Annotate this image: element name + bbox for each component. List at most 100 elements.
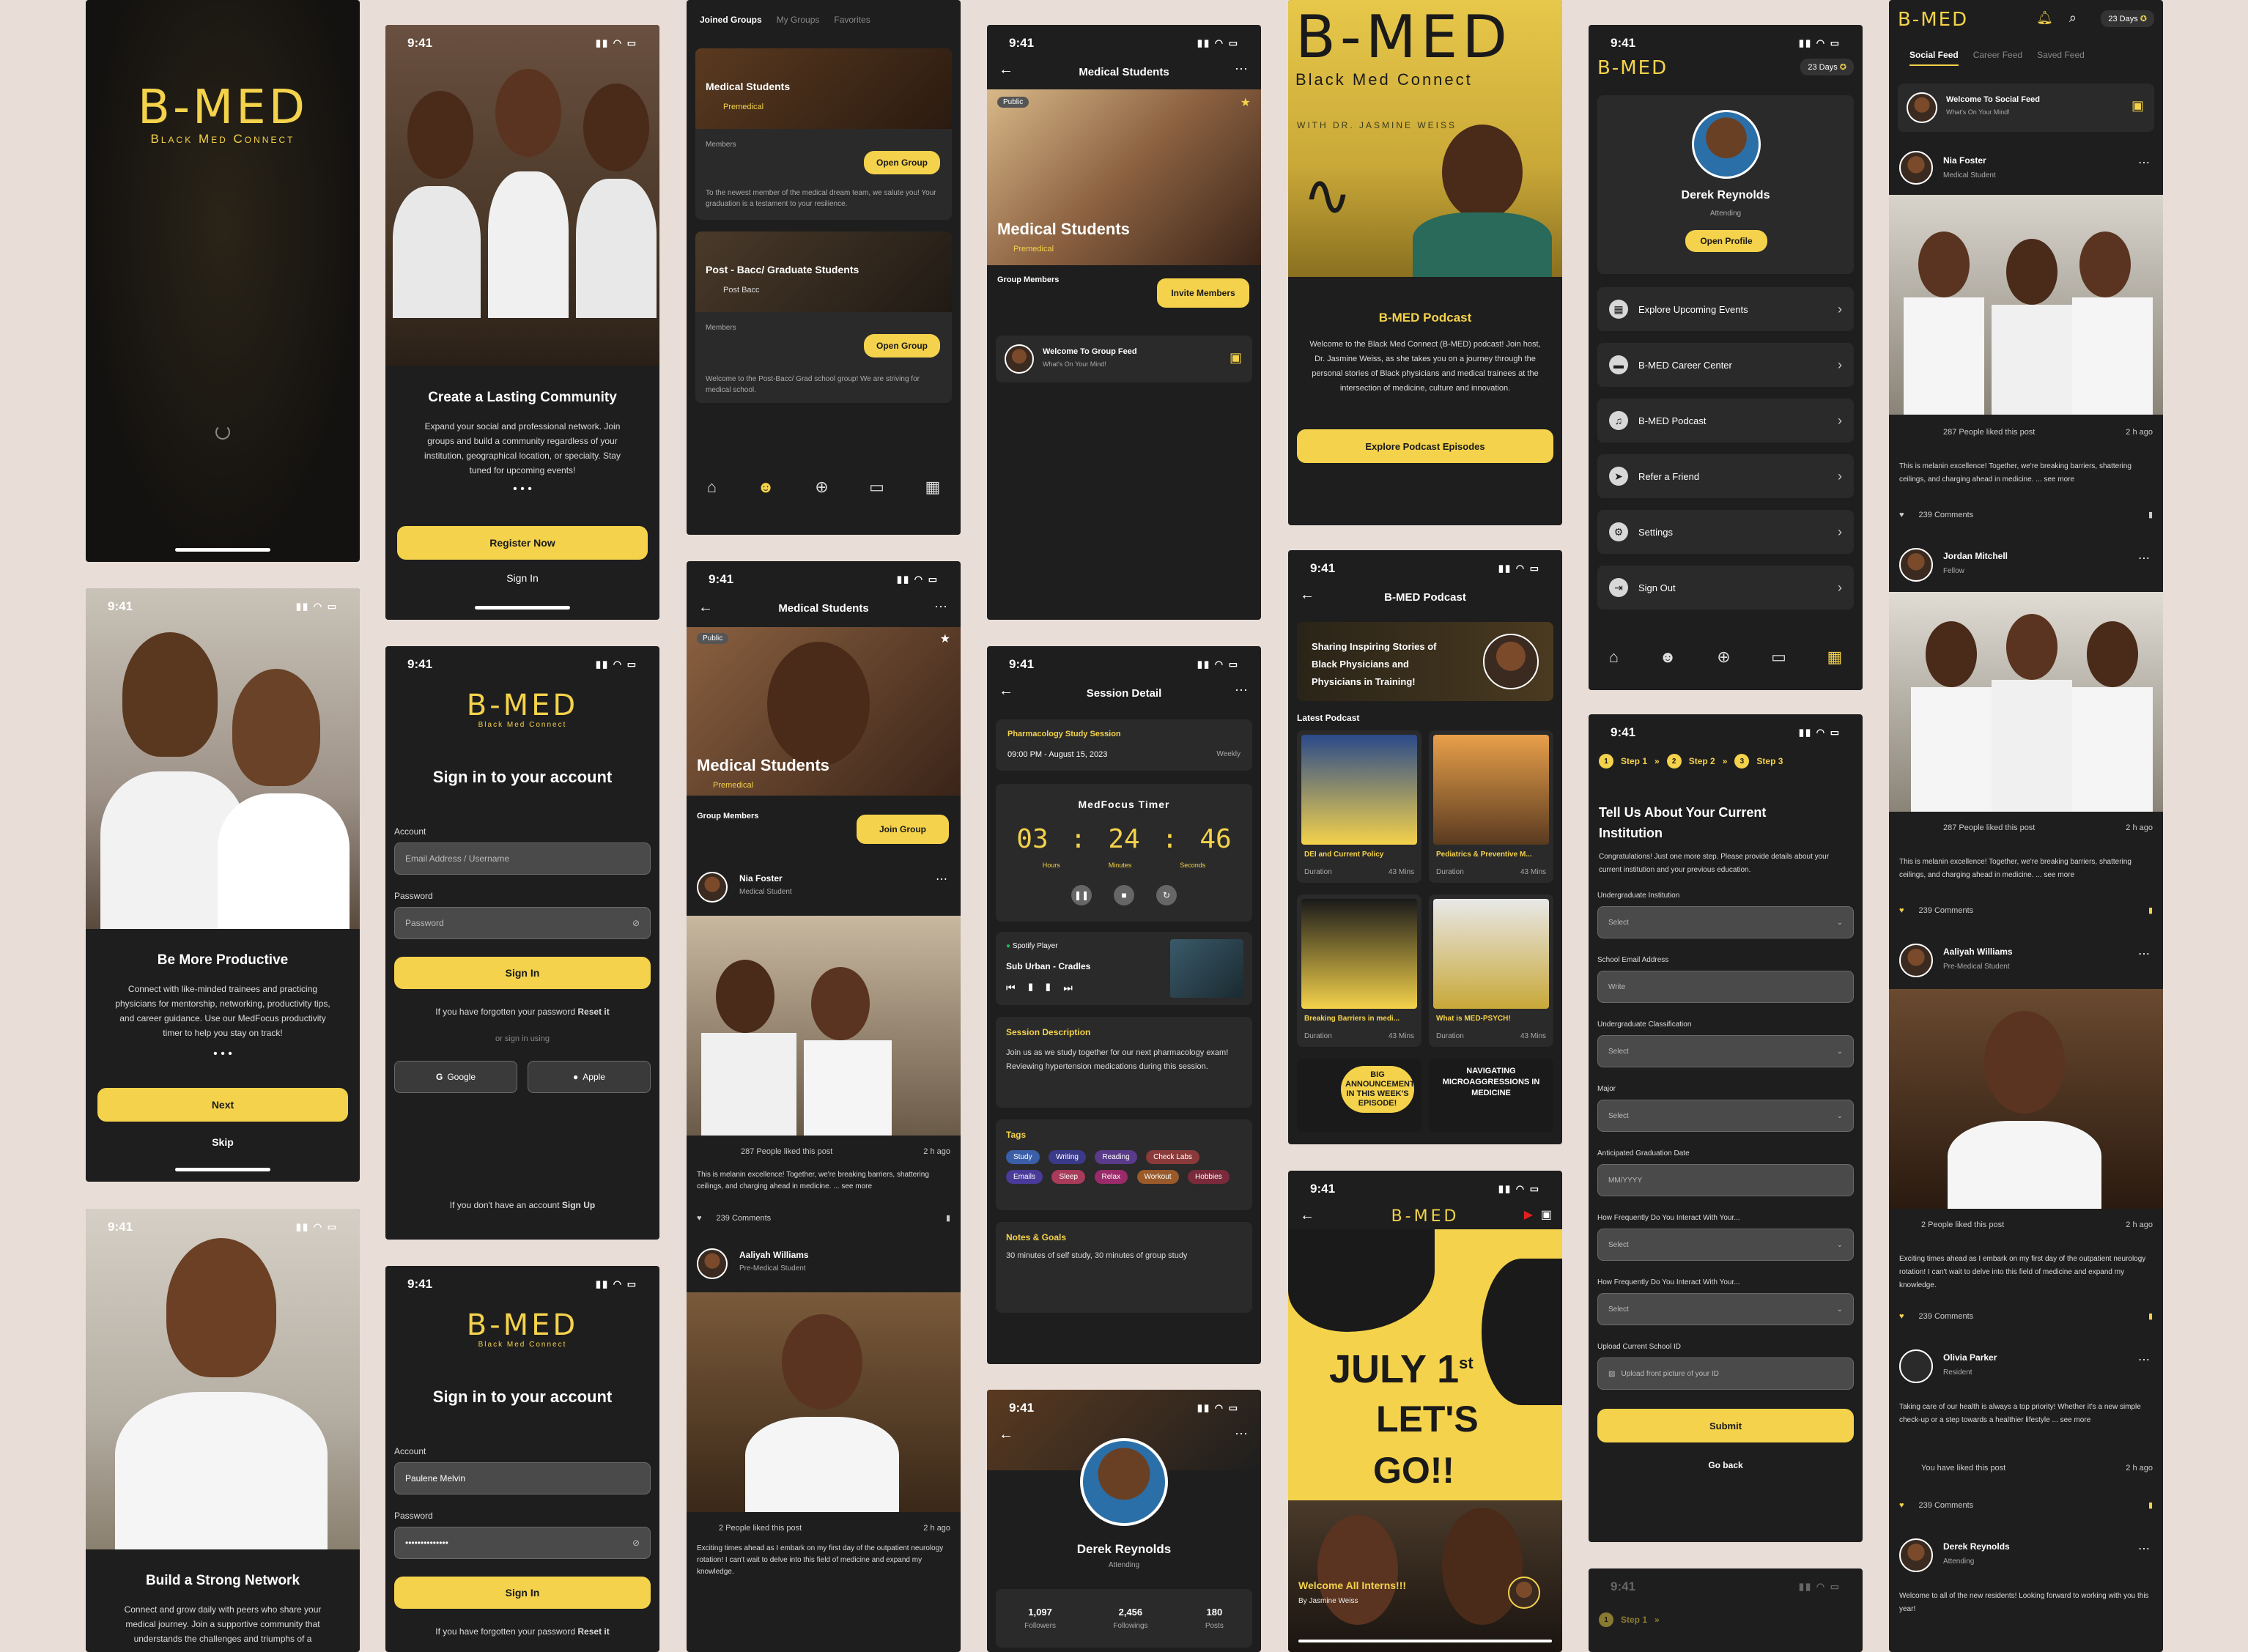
menu-item-events[interactable]: ▦ Explore Upcoming Events ›	[1597, 287, 1854, 331]
institution-select[interactable]: Select ⌄	[1597, 906, 1854, 938]
grid-icon[interactable]: ▦	[925, 478, 940, 497]
account-input[interactable]: Paulene Melvin	[394, 1462, 651, 1494]
reset-icon[interactable]: ↻	[1156, 885, 1177, 905]
open-group-button[interactable]: Open Group	[864, 151, 940, 174]
streak-badge[interactable]: 23 Days ✪	[1800, 59, 1854, 75]
stop-icon[interactable]: ■	[1114, 885, 1134, 905]
register-button[interactable]: Register Now	[397, 526, 648, 560]
menu-item-podcast[interactable]: ♫ B-MED Podcast ›	[1597, 399, 1854, 442]
bookmark-icon[interactable]: ▮	[946, 1213, 950, 1223]
chat-icon[interactable]: ▭	[869, 478, 884, 497]
menu-item-career[interactable]: ▬ B-MED Career Center ›	[1597, 343, 1854, 387]
tag-study[interactable]: Study	[1006, 1150, 1040, 1164]
heart-icon[interactable]: ♥	[1899, 511, 1904, 519]
tag-relax[interactable]: Relax	[1094, 1170, 1128, 1184]
heart-icon[interactable]: ♥	[1899, 906, 1904, 915]
episode-card[interactable]: NAVIGATING MICROAGGRESSIONS IN MEDICINE	[1429, 1059, 1553, 1132]
more-icon[interactable]: ⋯	[1235, 683, 1248, 698]
groups-icon[interactable]: ☻	[758, 478, 774, 497]
search-icon[interactable]: ⌕	[2069, 10, 2077, 26]
graduation-date-field[interactable]: MM/YYYY	[1597, 1164, 1854, 1196]
apple-button[interactable]: ● Apple	[528, 1061, 651, 1093]
account-input[interactable]: Email Address / Username	[394, 842, 651, 875]
explore-episodes-button[interactable]: Explore Podcast Episodes	[1297, 429, 1553, 463]
following-label[interactable]: Followings	[1113, 1622, 1147, 1630]
tag-sleep[interactable]: Sleep	[1051, 1170, 1086, 1184]
tab-career-feed[interactable]: Career Feed	[1973, 50, 2022, 66]
more-icon[interactable]: ⋯	[1235, 62, 1248, 77]
grid-icon[interactable]: ▦	[1827, 648, 1842, 667]
join-group-button[interactable]: Join Group	[857, 815, 949, 844]
post-more-icon[interactable]: ⋯	[2138, 155, 2150, 170]
tab-saved-feed[interactable]: Saved Feed	[2037, 50, 2085, 66]
tab-social-feed[interactable]: Social Feed	[1909, 50, 1959, 66]
compose-card[interactable]: Welcome To Social Feed What's On Your Mi…	[1898, 84, 2154, 132]
notification-icon[interactable]: 🔔︎	[2036, 10, 2053, 26]
more-icon[interactable]: ⋯	[934, 599, 947, 615]
home-icon[interactable]: ⌂	[707, 478, 717, 497]
episode-card[interactable]: Pediatrics & Preventive M... Duration 43…	[1429, 730, 1553, 883]
skip-link[interactable]: Skip	[86, 1136, 360, 1148]
tag-workout[interactable]: Workout	[1136, 1170, 1179, 1184]
favorite-star-icon[interactable]: ★	[940, 631, 950, 646]
add-icon[interactable]: ⊕	[1717, 648, 1730, 667]
back-icon[interactable]: ←	[999, 1426, 1013, 1443]
password-input[interactable]: •••••••••••••• ⊘	[394, 1527, 651, 1559]
video-progress[interactable]	[1298, 1640, 1552, 1642]
signup-link[interactable]: Sign Up	[562, 1200, 595, 1210]
tab-my-groups[interactable]: My Groups	[777, 15, 820, 25]
heart-icon[interactable]: ♥	[1899, 1501, 1904, 1510]
episode-card[interactable]: BIG ANNOUNCEMENT IN THIS WEEK'S EPISODE!	[1297, 1059, 1421, 1132]
youtube-icon[interactable]: ▶	[1524, 1207, 1533, 1222]
post-more-icon[interactable]: ⋯	[2138, 1352, 2150, 1367]
menu-item-refer[interactable]: ➤ Refer a Friend ›	[1597, 454, 1854, 498]
streak-badge[interactable]: 23 Days ✪	[2101, 10, 2154, 27]
eye-off-icon[interactable]: ⊘	[632, 918, 640, 928]
frequency-select-1[interactable]: Select ⌄	[1597, 1229, 1854, 1261]
go-back-link[interactable]: Go back	[1589, 1460, 1863, 1470]
bookmark-icon[interactable]: ▮	[2148, 1500, 2153, 1510]
bookmark-icon[interactable]: ▮	[2148, 905, 2153, 915]
pause-icon[interactable]: ❚❚	[1071, 885, 1092, 905]
open-profile-button[interactable]: Open Profile	[1685, 230, 1767, 252]
google-button[interactable]: G Google	[394, 1061, 517, 1093]
chat-icon[interactable]: ▭	[1771, 648, 1786, 667]
signin-button[interactable]: Sign In	[394, 957, 651, 989]
groups-icon[interactable]: ☻	[1660, 648, 1676, 667]
bookmark-icon[interactable]: ▮	[2148, 510, 2153, 519]
post-more-icon[interactable]: ⋯	[2138, 551, 2150, 566]
major-select[interactable]: Select ⌄	[1597, 1100, 1854, 1132]
tag-writing[interactable]: Writing	[1049, 1150, 1086, 1164]
favorite-star-icon[interactable]: ★	[1241, 95, 1251, 110]
episode-card[interactable]: DEI and Current Policy Duration 43 Mins	[1297, 730, 1421, 883]
tag-check-labs[interactable]: Check Labs	[1146, 1150, 1199, 1164]
episode-card[interactable]: What is MED-PSYCH! Duration 43 Mins	[1429, 894, 1553, 1047]
tag-hobbies[interactable]: Hobbies	[1188, 1170, 1230, 1184]
post-more-icon[interactable]: ⋯	[936, 872, 947, 886]
share-icon[interactable]: ▣	[1541, 1207, 1552, 1222]
tag-emails[interactable]: Emails	[1006, 1170, 1043, 1184]
tab-joined-groups[interactable]: Joined Groups	[700, 15, 762, 25]
menu-item-settings[interactable]: ⚙ Settings ›	[1597, 510, 1854, 554]
compose-card[interactable]: Welcome To Group Feed What's On Your Min…	[996, 336, 1252, 382]
tab-favorites[interactable]: Favorites	[834, 15, 870, 25]
image-upload-icon[interactable]: ▣	[1230, 350, 1242, 366]
invite-members-button[interactable]: Invite Members	[1157, 278, 1249, 308]
submit-button[interactable]: Submit	[1597, 1409, 1854, 1442]
next-button[interactable]: Next	[97, 1088, 348, 1122]
player-controls[interactable]: ⏮❚❚⏭	[1006, 982, 1086, 994]
reset-link[interactable]: Reset it	[577, 1626, 609, 1637]
menu-item-signout[interactable]: ⇥ Sign Out ›	[1597, 566, 1854, 610]
add-icon[interactable]: ⊕	[815, 478, 828, 497]
more-icon[interactable]: ⋯	[1235, 1426, 1248, 1442]
post-more-icon[interactable]: ⋯	[2138, 1541, 2150, 1556]
reset-link[interactable]: Reset it	[577, 1007, 609, 1017]
classification-select[interactable]: Select ⌄	[1597, 1035, 1854, 1067]
signin-button[interactable]: Sign In	[394, 1577, 651, 1609]
heart-icon[interactable]: ♥	[1899, 1312, 1904, 1321]
email-field[interactable]: Write	[1597, 971, 1854, 1003]
frequency-select-2[interactable]: Select ⌄	[1597, 1293, 1854, 1325]
episode-card[interactable]: Breaking Barriers in medi... Duration 43…	[1297, 894, 1421, 1047]
image-upload-icon[interactable]: ▣	[2131, 98, 2144, 114]
bookmark-icon[interactable]: ▮	[2148, 1311, 2153, 1321]
